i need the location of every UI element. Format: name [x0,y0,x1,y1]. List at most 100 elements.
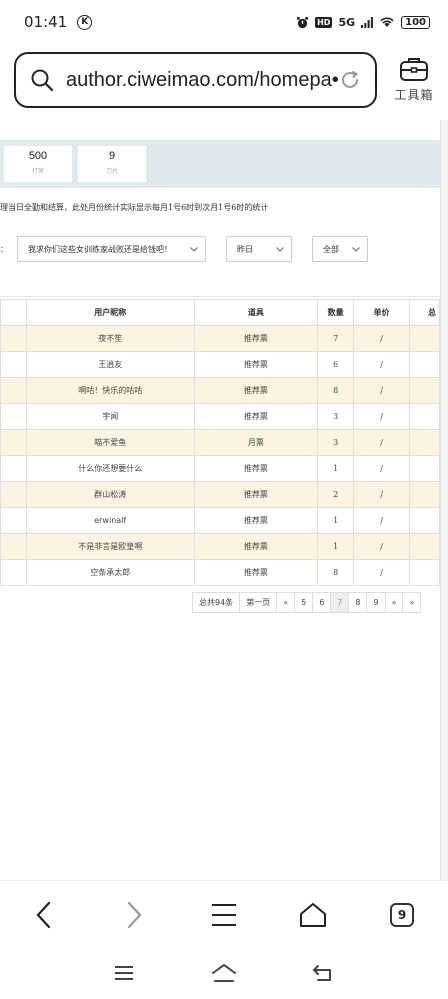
table-cell [408,377,440,404]
recents-button[interactable] [109,958,139,988]
battery-indicator: 100 [401,15,430,29]
pagination-prev[interactable]: « [276,592,296,613]
table-cell: 8 [317,559,355,586]
table-cell [408,403,440,430]
table-cell: 推荐票 [193,533,319,560]
table-cell: / [353,325,410,352]
table-row: 啊咕！快乐的咕咕 推荐票 8 / [0,377,440,404]
home-button[interactable] [293,895,333,935]
pagination-page-6[interactable]: 6 [312,592,332,613]
stat-blades: 9 刀片 [78,146,146,182]
pagination-first-page[interactable]: 第一页 [239,592,278,613]
book-select[interactable]: 我求你们这些女训练家战败还是给钱吧！ [17,236,206,262]
table-cell: 1 [317,533,355,560]
menu-button[interactable] [204,895,244,935]
chevron-down-icon [352,247,360,252]
table-cell [0,429,27,456]
date-select[interactable]: 昨日 [226,236,292,262]
table-cell: 推荐票 [193,481,319,508]
system-home-icon [212,963,236,982]
stat-tips-label: 打赏 [31,168,44,175]
filter-row: ： 我求你们这些女训练家战败还是给钱吧！ 昨日 全部 [0,236,440,262]
table-cell: 推荐票 [193,351,319,378]
menu-icon [212,904,236,926]
table-cell: / [353,481,410,508]
table-cell: 推荐票 [193,507,319,534]
table-cell [0,351,27,378]
pagination: 总共94条 第一页 « 5 6 7 8 9 » » [192,592,422,613]
system-nav-bar [0,946,448,999]
search-icon [31,69,54,92]
table-cell [408,481,440,508]
tab-count-icon: 9 [390,903,414,927]
column-header: 单价 [353,299,410,326]
type-select[interactable]: 全部 [312,236,368,262]
table-cell: 推荐票 [193,377,319,404]
table-cell: 7 [317,325,355,352]
table-cell: 6 [317,351,355,378]
table-cell: 夜不笙 [25,325,195,352]
table-row: 宇闻 推荐票 3 / [0,403,440,430]
table-cell [0,559,27,586]
k-notification-icon: K [77,14,93,30]
pagination-page-8[interactable]: 8 [348,592,368,613]
table-cell: 喵不爱鱼 [25,429,195,456]
system-home-button[interactable] [209,958,239,988]
reload-icon[interactable] [339,69,361,91]
table-cell [0,377,27,404]
alarm-icon [296,16,309,28]
browser-nav-bar: 9 [0,880,448,946]
type-select-value: 全部 [323,244,339,254]
pagination-next[interactable]: » [384,592,404,613]
column-header: 数量 [317,299,355,326]
book-select-value: 我求你们这些女训练家战败还是给钱吧！ [28,244,172,254]
section-divider [0,296,440,297]
filter-prefix: ： [0,245,8,254]
table-cell [0,481,27,508]
signal-icon [361,16,374,28]
column-header: 用户昵称 [25,299,195,326]
clock: 01:41 [24,13,68,31]
table-cell: 3 [317,403,355,430]
status-bar: 01:41 K HD 5G 100 [0,0,448,44]
back-button[interactable] [24,895,64,935]
table-cell [408,429,440,456]
table-cell [408,351,440,378]
network-type: 5G [338,15,356,29]
page-scrollbar[interactable] [440,120,448,880]
table-cell: 不是非言是欧皇啊 [25,533,195,560]
table-cell: / [353,559,410,586]
table-row: 喵不爱鱼 月票 3 / [0,429,440,456]
table-cell [0,455,27,482]
table-cell [0,403,27,430]
system-back-button[interactable] [308,958,338,988]
stat-tips: 500 打赏 [4,146,72,182]
table-header-row: 用户昵称 道具 数量 单价 总 [0,299,440,326]
pagination-page-5[interactable]: 5 [294,592,314,613]
address-bar[interactable]: author.ciweimao.com/homepa••• [14,52,377,108]
table-cell: 啊咕！快乐的咕咕 [25,377,195,404]
pagination-page-7-current[interactable]: 7 [330,592,350,613]
chevron-right-icon [127,901,142,929]
table-cell: / [353,351,410,378]
column-header [0,299,27,326]
toolbox-button[interactable]: 工具箱 [388,56,440,103]
table-cell [408,507,440,534]
return-icon [312,965,331,981]
table-cell [408,559,440,586]
url-text[interactable]: author.ciweimao.com/homepa••• [66,69,339,92]
forward-button[interactable] [114,895,154,935]
toolbox-label: 工具箱 [394,88,434,102]
table-row: 什么你还想要什么 推荐票 1 / [0,455,440,482]
table-cell: 8 [317,377,355,404]
pagination-last[interactable]: » [402,592,422,613]
table-cell: 推荐票 [193,559,319,586]
stats-notice: 理当日全勤和结算，此处月份统计实际显示每月1号6时到次月1号6时的统计 [0,203,269,212]
table-cell: 推荐票 [193,325,319,352]
pagination-page-9[interactable]: 9 [366,592,386,613]
table-cell [0,325,27,352]
table-cell: 推荐票 [193,403,319,430]
tabs-button[interactable]: 9 [382,895,422,935]
table-row: 空条承太郎 推荐票 8 / [0,559,440,586]
table-cell: / [353,507,410,534]
